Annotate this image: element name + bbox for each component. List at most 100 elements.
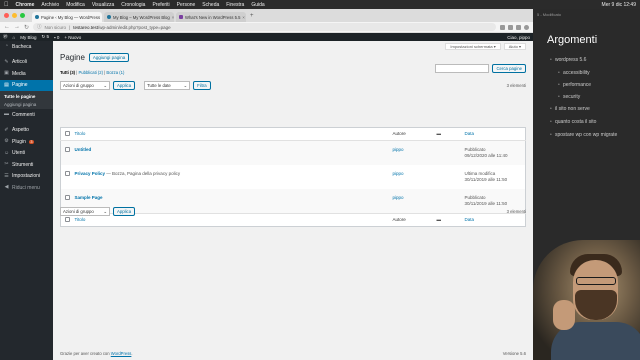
back-icon[interactable]: ←: [4, 24, 10, 30]
close-tab-icon[interactable]: ×: [172, 15, 174, 20]
filter-published[interactable]: Pubblicati (2): [79, 70, 103, 75]
sidebar-collapse[interactable]: ◀ Riduci menu: [0, 182, 53, 194]
sidebar-item-bacheca[interactable]: ◔ Bacheca: [0, 41, 53, 53]
extension-icon[interactable]: [516, 24, 521, 30]
title-cell: Untitled: [74, 140, 393, 165]
wordpress-logo-icon[interactable]: Ⓦ: [3, 34, 8, 40]
author-link[interactable]: pippo: [393, 165, 437, 189]
comments-cell: [437, 165, 465, 189]
window-controls: [4, 13, 25, 18]
updates-icon[interactable]: ↻ 5: [41, 34, 49, 40]
menu-persone[interactable]: Persone: [177, 2, 196, 8]
menu-guida[interactable]: Guida: [251, 2, 264, 8]
wordpress-link[interactable]: WordPress: [111, 351, 132, 356]
menu-finestra[interactable]: Finestra: [226, 2, 244, 8]
bullet-subitem: security: [558, 94, 637, 100]
browser-tab-whats-new[interactable]: What's New in WordPress 5.5 ×: [176, 12, 246, 22]
wrench-icon: ✂: [4, 161, 9, 168]
menu-scheda[interactable]: Scheda: [202, 2, 219, 8]
zoom-window-button[interactable]: [20, 13, 25, 18]
close-window-button[interactable]: [4, 13, 9, 18]
sidebar-item-pagine[interactable]: ▤ Pagine: [0, 79, 53, 91]
extension-icon[interactable]: [500, 24, 505, 30]
help-button[interactable]: Aiuto ▾: [503, 43, 526, 50]
column-date[interactable]: Data: [464, 127, 526, 141]
browser-tab-pagine[interactable]: Pagine ‹ My Blog — WordPress ×: [32, 12, 102, 22]
menu-archivio[interactable]: Archivio: [41, 2, 59, 8]
filter-all[interactable]: Tutti (3): [60, 70, 75, 75]
filter-all-label: Tutti: [60, 70, 69, 75]
sidebar-item-plugin[interactable]: ⚙ Plugin 3: [0, 136, 53, 148]
slide-bullets: wordpress 5.6 accessibility performance …: [550, 57, 637, 145]
filter-button[interactable]: Filtra: [193, 81, 211, 90]
select-all-checkbox[interactable]: [65, 217, 70, 222]
add-page-button[interactable]: Aggiungi pagina: [88, 53, 130, 62]
search-input[interactable]: [435, 64, 490, 73]
user-greeting[interactable]: Ciao, pippo: [507, 35, 530, 40]
table-header-row: Titolo Autore ▬ Data: [60, 127, 526, 141]
column-title[interactable]: Titolo: [74, 127, 393, 141]
collapse-icon: ◀: [4, 184, 9, 191]
tab-title: Pagine ‹ My Blog — WordPress: [41, 14, 101, 20]
bulk-actions-select[interactable]: Azioni di gruppo ⌄: [60, 81, 110, 90]
page-title-link[interactable]: Sample Page: [75, 195, 103, 200]
admin-footer: Grazie per aver creato con WordPress. Ve…: [60, 351, 526, 356]
brush-icon: ✐: [4, 126, 9, 133]
page-title-link[interactable]: Untitled: [75, 147, 92, 152]
page-title-link[interactable]: Privacy Policy: [75, 171, 106, 176]
forward-icon[interactable]: →: [14, 24, 20, 30]
minimize-window-button[interactable]: [12, 13, 17, 18]
tab-title: My Blog – My WordPress Blog: [113, 14, 170, 20]
row-checkbox[interactable]: [65, 195, 70, 200]
reload-icon[interactable]: ↻: [24, 24, 29, 31]
new-tab-button[interactable]: +: [248, 13, 254, 19]
sidebar-item-utenti[interactable]: ☺ Utenti: [0, 148, 53, 160]
submenu-add-page[interactable]: Aggiungi pagina: [0, 100, 53, 108]
browser-tab-blog[interactable]: My Blog – My WordPress Blog ×: [104, 12, 174, 22]
filter-draft[interactable]: Bozza (1): [106, 70, 124, 75]
items-count: 3 elementi: [506, 209, 526, 214]
footer-text: Grazie per aver creato con: [60, 351, 110, 356]
bulk-actions-select[interactable]: Azioni di gruppo ⌄: [60, 207, 110, 216]
extension-icon[interactable]: [508, 24, 513, 30]
bullet-item: spostare wp con wp migrate: [550, 132, 637, 138]
select-all-checkbox[interactable]: [65, 131, 70, 136]
info-icon: ⓘ: [37, 24, 42, 29]
menu-cronologia[interactable]: Cronologia: [121, 2, 145, 8]
new-content-button[interactable]: + Nuovo: [64, 35, 81, 40]
row-checkbox[interactable]: [65, 171, 70, 176]
search-pages-button[interactable]: Cerca pagine: [492, 64, 526, 73]
submenu-all-pages[interactable]: Tutte le pagine: [0, 92, 53, 100]
author-link[interactable]: pippo: [392, 140, 437, 165]
filter-published-label: Pubblicati: [78, 70, 97, 75]
sidebar-item-articoli[interactable]: ✎ Articoli: [0, 57, 53, 69]
sidebar-item-strumenti[interactable]: ✂ Strumenti: [0, 159, 53, 171]
comments-icon[interactable]: ▪ 0: [54, 35, 59, 40]
clock[interactable]: Mer 9 dic 12:49: [602, 2, 636, 8]
menu-modifica[interactable]: Modifica: [66, 2, 85, 8]
admin-sidebar: ◔ Bacheca ✎ Articoli ▣ Media ▤ Pagine Tutte …: [0, 41, 53, 360]
screen-options-button[interactable]: Impostazioni schermata ▾: [445, 43, 501, 50]
date-filter-select[interactable]: Tutte le date ⌄: [144, 81, 191, 90]
profile-icon[interactable]: [524, 24, 529, 30]
search-box: Cerca pagine: [435, 64, 526, 73]
sidebar-item-impostazioni[interactable]: ☰ Impostazioni: [0, 171, 53, 183]
title-cell: Privacy Policy — Bozza, Pagina della pri…: [75, 165, 393, 189]
comments-column-icon[interactable]: ▬: [436, 127, 465, 141]
site-name[interactable]: My Blog: [20, 35, 36, 40]
sidebar-item-label: Bacheca: [12, 43, 32, 50]
apple-icon[interactable]: : [4, 2, 9, 8]
menu-preferiti[interactable]: Preferiti: [152, 2, 169, 8]
apply-button[interactable]: Applica: [113, 81, 136, 90]
app-menu[interactable]: Chrome: [16, 2, 35, 8]
row-checkbox[interactable]: [65, 147, 70, 152]
filter-published-count: (2): [97, 70, 103, 75]
address-bar-row: ← → ↻ ⓘ Non sicuro | testareo.test/wp-ad…: [0, 22, 533, 33]
sidebar-item-commenti[interactable]: ▬ Commenti: [0, 109, 53, 121]
sidebar-item-aspetto[interactable]: ✐ Aspetto: [0, 125, 53, 137]
url-field[interactable]: ⓘ Non sicuro | testareo.test/wp-admin/ed…: [33, 23, 496, 31]
apply-button[interactable]: Applica: [113, 207, 136, 216]
close-tab-icon[interactable]: ×: [242, 15, 244, 20]
sidebar-item-media[interactable]: ▣ Media: [0, 68, 53, 80]
menu-visualizza[interactable]: Visualizza: [92, 2, 114, 8]
